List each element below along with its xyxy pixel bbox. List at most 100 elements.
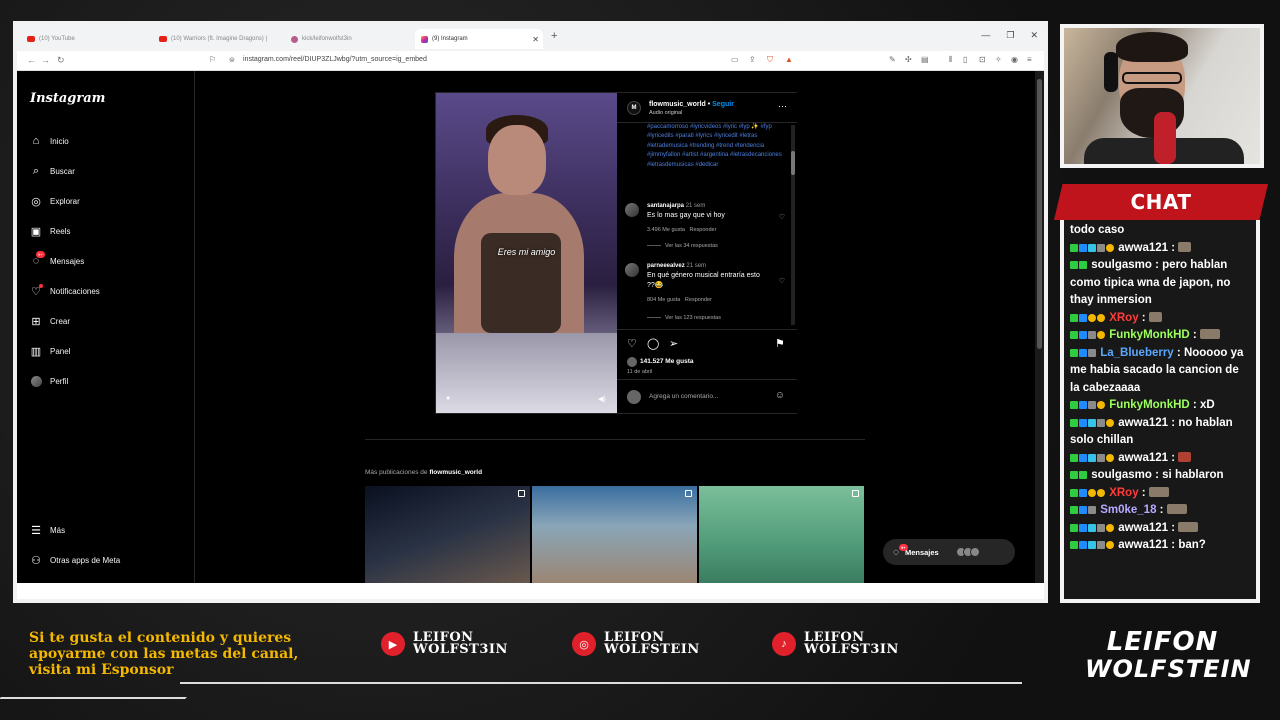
instagram-logo[interactable]: Instagram <box>30 91 105 106</box>
cast-icon[interactable]: ▭ <box>731 55 739 64</box>
back-icon[interactable]: ← <box>27 55 36 65</box>
nav-crear[interactable]: ⊞ Crear <box>30 313 70 329</box>
badge-icon <box>1088 313 1096 322</box>
brave-shield-icon[interactable]: ⛉ <box>767 55 773 65</box>
account-avatar[interactable]: M <box>627 101 641 115</box>
chat-username[interactable]: FunkyMonkHD <box>1109 329 1190 341</box>
avatar[interactable] <box>625 203 639 217</box>
forward-icon[interactable]: → <box>41 55 50 65</box>
nav-explorar[interactable]: ◎ Explorar <box>30 193 80 209</box>
vpn-icon[interactable]: ◉ <box>1011 55 1018 64</box>
badge-icon <box>1070 488 1078 497</box>
close-window-icon[interactable]: ✕ <box>1030 30 1038 41</box>
chat-username[interactable]: soulgasmo <box>1091 469 1152 481</box>
chat-username[interactable]: Sm0ke_18 <box>1100 504 1156 516</box>
reel-video[interactable]: Eres mi amigo ● ◀) <box>436 93 617 413</box>
social-youtube: ▶ LEIFON WOLFST3IN <box>381 631 508 656</box>
share-icon[interactable]: ⇪ <box>749 55 756 64</box>
avatar[interactable] <box>625 263 639 277</box>
nav-mensajes[interactable]: ◌ 9+ Mensajes <box>30 251 84 269</box>
chat-username[interactable]: awwa121 <box>1118 452 1168 464</box>
volume-icon[interactable]: ◀) <box>598 395 606 403</box>
sidebar-icon[interactable]: ▯ <box>963 55 967 64</box>
more-options-icon[interactable]: ⋯ <box>778 101 787 112</box>
comment-likes[interactable]: 3.496 Me gusta <box>647 227 685 233</box>
chat-username[interactable]: soulgasmo <box>1091 259 1152 271</box>
follow-button[interactable]: Seguir <box>712 101 734 108</box>
nav-notificaciones[interactable]: ♡ Notificaciones <box>30 283 100 299</box>
menu-icon[interactable]: ≡ <box>1027 55 1032 64</box>
scroll-thumb[interactable] <box>1037 79 1042 349</box>
post-username[interactable]: flowmusic_world <box>649 101 706 108</box>
brave-rewards-icon[interactable]: ▲ <box>785 55 793 64</box>
puzzle-icon[interactable]: ✣ <box>905 55 912 64</box>
chat-username[interactable]: awwa121 <box>1118 539 1168 551</box>
like-icon[interactable]: ♡ <box>627 337 637 350</box>
badge-icon <box>1070 313 1078 322</box>
minimize-icon[interactable]: — <box>981 30 990 41</box>
user-icon[interactable]: ● <box>446 395 450 402</box>
chat-username[interactable]: XRoy <box>1109 487 1138 499</box>
tab-label: (9) Instagram <box>432 36 468 42</box>
nav-reels[interactable]: ▣ Reels <box>30 223 71 239</box>
messages-pill[interactable]: ◌ 9+ Mensajes <box>883 539 1015 565</box>
tab-youtube[interactable]: (10) YouTube <box>21 29 153 49</box>
nav-buscar[interactable]: ⌕ Buscar <box>30 163 75 179</box>
nav-mas[interactable]: ☰ Más <box>30 522 65 538</box>
view-replies[interactable]: Ver las 34 respuestas <box>647 243 718 249</box>
view-replies[interactable]: Ver las 123 respuestas <box>647 315 721 321</box>
audio-label[interactable]: Audio original <box>649 110 682 116</box>
comment-username[interactable]: santanajarpa <box>647 203 684 209</box>
more-posts-user[interactable]: flowmusic_world <box>429 469 482 476</box>
nav-inicio[interactable]: ⌂ Inicio <box>30 133 69 149</box>
post-username-line: flowmusic_world • Seguir <box>649 101 734 108</box>
nav-panel[interactable]: ▥ Panel <box>30 343 71 359</box>
chat-username[interactable]: XRoy <box>1109 312 1138 324</box>
save-icon[interactable]: ⚑ <box>775 337 785 350</box>
bookmark-icon[interactable]: ⚐ <box>209 55 216 64</box>
chat-username[interactable]: awwa121 <box>1118 417 1168 429</box>
reader-icon[interactable]: ▤ <box>921 55 929 64</box>
leo-icon[interactable]: ✧ <box>995 55 1002 64</box>
comment-username[interactable]: parneeealvez <box>647 263 685 269</box>
like-comment-icon[interactable]: ♡ <box>779 277 785 285</box>
reply-button[interactable]: Responder <box>685 297 712 303</box>
like-comment-icon[interactable]: ♡ <box>779 213 785 221</box>
tab-kick[interactable]: kick/leifonwolfst3in <box>285 29 411 49</box>
nav-perfil[interactable]: Perfil <box>30 373 68 389</box>
instagram-page: Instagram ⌂ Inicio ⌕ Buscar ◎ Explorar ▣… <box>17 71 1044 583</box>
badge-icon <box>1079 418 1087 427</box>
scroll-thumb[interactable] <box>791 151 795 175</box>
comment-time: 21 sem <box>686 263 707 269</box>
comment-icon[interactable]: ◯ <box>647 337 659 350</box>
library-icon[interactable]: ⫴ <box>949 55 952 65</box>
wallet-icon[interactable]: ⊡ <box>979 55 986 64</box>
comment-likes[interactable]: 804 Me gusta <box>647 297 680 303</box>
emoji-icon[interactable]: ☺ <box>775 390 785 401</box>
post-thumbnail[interactable] <box>699 486 864 583</box>
carousel-icon <box>685 490 692 497</box>
page-scrollbar[interactable] <box>1035 71 1044 583</box>
maximize-icon[interactable]: ❐ <box>1006 30 1014 41</box>
comment-input[interactable]: Agrega un comentario... <box>649 393 718 400</box>
new-tab-button[interactable]: + <box>551 30 557 42</box>
reload-icon[interactable]: ↻ <box>57 55 65 66</box>
nav-otras-apps[interactable]: ⚇ Otras apps de Meta <box>30 552 120 568</box>
badge-icon <box>1088 488 1096 497</box>
url-field[interactable]: instagram.com/reel/DIUP3ZLJwbg/?utm_sour… <box>243 56 427 63</box>
extension-icon[interactable]: ✎ <box>889 55 896 64</box>
chat-username[interactable]: La_Blueberry <box>1100 347 1174 359</box>
chat-username[interactable]: awwa121 <box>1118 522 1168 534</box>
share-icon[interactable]: ➢ <box>669 337 678 350</box>
site-info-icon[interactable]: ⊜ <box>229 56 235 64</box>
close-tab-icon[interactable]: ✕ <box>532 35 539 44</box>
chat-username[interactable]: awwa121 <box>1118 242 1168 254</box>
chat-username[interactable]: FunkyMonkHD <box>1109 399 1190 411</box>
post-thumbnail[interactable] <box>532 486 697 583</box>
likes-count[interactable]: 141.527 Me gusta <box>640 358 693 365</box>
tab-instagram[interactable]: (9) Instagram ✕ <box>415 29 543 49</box>
tab-warriors[interactable]: (10) Warriors (ft. Imagine Dragons) | <box>153 29 285 49</box>
post-thumbnail[interactable] <box>365 486 530 583</box>
reply-button[interactable]: Responder <box>690 227 717 233</box>
comments-scrollbar[interactable] <box>791 125 795 325</box>
